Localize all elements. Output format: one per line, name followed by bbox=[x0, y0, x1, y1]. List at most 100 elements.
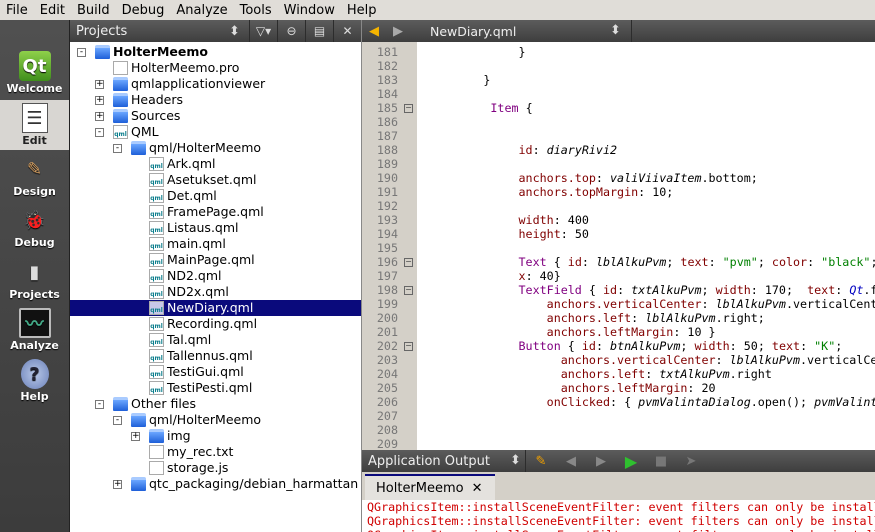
tree-item[interactable]: qml Asetukset.qml bbox=[70, 172, 361, 188]
menu-window[interactable]: Window bbox=[278, 3, 341, 18]
code-line[interactable]: anchors.verticalCenter: lblAlkuPvm.verti… bbox=[420, 297, 875, 311]
tree-item[interactable]: qml Recording.qml bbox=[70, 316, 361, 332]
tree-item[interactable]: + Sources bbox=[70, 108, 361, 124]
link-with-editor-icon[interactable]: ⊖ bbox=[277, 20, 305, 42]
updown-arrows-icon[interactable]: ⬍ bbox=[510, 450, 526, 472]
attach-debugger-icon[interactable]: ➤ bbox=[676, 454, 706, 469]
fold-marker-icon[interactable]: − bbox=[404, 258, 413, 267]
tree-item[interactable]: qml ND2x.qml bbox=[70, 284, 361, 300]
menu-file[interactable]: File bbox=[0, 3, 34, 18]
mode-analyze[interactable]: 〰 Analyze bbox=[0, 305, 69, 355]
collapse-icon[interactable]: - bbox=[77, 48, 86, 57]
run-icon[interactable]: ▶ bbox=[616, 452, 646, 471]
tree-item[interactable]: qml ND2.qml bbox=[70, 268, 361, 284]
close-icon[interactable]: ✕ bbox=[333, 20, 361, 42]
close-tab-icon[interactable]: ✕ bbox=[472, 481, 483, 496]
code-line[interactable] bbox=[420, 115, 875, 129]
code-line[interactable] bbox=[420, 423, 875, 437]
tree-item[interactable]: storage.js bbox=[70, 460, 361, 476]
fold-marker-icon[interactable]: − bbox=[404, 342, 413, 351]
code-line[interactable] bbox=[420, 241, 875, 255]
tree-item[interactable]: qml Tallennus.qml bbox=[70, 348, 361, 364]
tree-item[interactable]: + Headers bbox=[70, 92, 361, 108]
previous-item-icon[interactable]: ◀ bbox=[556, 454, 586, 469]
code-line[interactable] bbox=[420, 199, 875, 213]
tree-item[interactable]: + qtc_packaging/debian_harmattan bbox=[70, 476, 361, 492]
code-line[interactable]: } bbox=[420, 45, 875, 59]
expand-icon[interactable]: + bbox=[95, 80, 104, 89]
code-line[interactable]: anchors.topMargin: 10; bbox=[420, 185, 875, 199]
clear-output-icon[interactable]: ✎ bbox=[526, 454, 556, 469]
expand-icon[interactable]: + bbox=[95, 112, 104, 121]
tree-item[interactable]: - qml/HolterMeemo bbox=[70, 140, 361, 156]
menu-help[interactable]: Help bbox=[341, 3, 383, 18]
updown-arrows-icon[interactable]: ⬍ bbox=[229, 24, 249, 39]
code-line[interactable] bbox=[420, 129, 875, 143]
tree-item[interactable]: my_rec.txt bbox=[70, 444, 361, 460]
tree-item[interactable]: qml FramePage.qml bbox=[70, 204, 361, 220]
next-item-icon[interactable]: ▶ bbox=[586, 454, 616, 469]
code-editor[interactable]: ◀ ▶ NewDiary.qml ⬍ 181 182 183 184 185−186 18… bbox=[362, 20, 875, 451]
expand-icon[interactable]: + bbox=[131, 432, 140, 441]
fold-marker-icon[interactable]: − bbox=[404, 104, 413, 113]
code-line[interactable]: } bbox=[420, 73, 875, 87]
collapse-icon[interactable]: - bbox=[95, 400, 104, 409]
code-line[interactable]: id: diaryRivi2 bbox=[420, 143, 875, 157]
code-line[interactable]: anchors.leftMargin: 10 } bbox=[420, 325, 875, 339]
code-line[interactable]: Button { id: btnAlkuPvm; width: 50; text… bbox=[420, 339, 875, 353]
mode-help[interactable]: ? Help bbox=[0, 356, 69, 406]
tree-item[interactable]: qml TestiGui.qml bbox=[70, 364, 361, 380]
mode-edit[interactable]: ☰ Edit bbox=[0, 100, 69, 150]
tree-item[interactable]: qml NewDiary.qml bbox=[70, 300, 361, 316]
mode-debug[interactable]: 🐞 Debug bbox=[0, 202, 69, 252]
mode-projects[interactable]: ▮ Projects bbox=[0, 254, 69, 304]
code-line[interactable]: width: 400 bbox=[420, 213, 875, 227]
tree-item[interactable]: HolterMeemo.pro bbox=[70, 60, 361, 76]
updown-arrows-icon[interactable]: ⬍ bbox=[610, 20, 632, 42]
code-line[interactable] bbox=[420, 437, 875, 451]
code-line[interactable]: Text { id: lblAlkuPvm; text: "pvm"; colo… bbox=[420, 255, 875, 269]
output-pane-selector[interactable]: Application Output bbox=[362, 454, 510, 469]
code-line[interactable]: onClicked: { pvmValintaDialog.open(); pv… bbox=[420, 395, 875, 409]
collapse-icon[interactable]: - bbox=[113, 144, 122, 153]
code-line[interactable]: Item { bbox=[420, 101, 875, 115]
code-line[interactable] bbox=[420, 59, 875, 73]
code-line[interactable]: anchors.leftMargin: 20 bbox=[420, 381, 875, 395]
menu-build[interactable]: Build bbox=[71, 3, 116, 18]
collapse-icon[interactable]: - bbox=[113, 416, 122, 425]
projects-view-selector[interactable]: Projects bbox=[70, 24, 229, 39]
fold-marker-icon[interactable]: − bbox=[404, 286, 413, 295]
mode-design[interactable]: ✎ Design bbox=[0, 151, 69, 201]
collapse-icon[interactable]: - bbox=[95, 128, 104, 137]
tree-item[interactable]: qml MainPage.qml bbox=[70, 252, 361, 268]
tree-item[interactable]: qml Det.qml bbox=[70, 188, 361, 204]
code-line[interactable] bbox=[420, 87, 875, 101]
expand-icon[interactable]: + bbox=[95, 96, 104, 105]
code-line[interactable] bbox=[420, 157, 875, 171]
back-arrow-icon[interactable]: ◀ bbox=[362, 24, 386, 39]
tree-item[interactable]: qml main.qml bbox=[70, 236, 361, 252]
tree-item[interactable]: - HolterMeemo bbox=[70, 44, 361, 60]
expand-icon[interactable]: + bbox=[113, 480, 122, 489]
split-icon[interactable]: ▤ bbox=[305, 20, 333, 42]
menu-edit[interactable]: Edit bbox=[34, 3, 71, 18]
tree-item[interactable]: - Other files bbox=[70, 396, 361, 412]
code-line[interactable]: anchors.verticalCenter: lblAlkuPvm.verti… bbox=[420, 353, 875, 367]
tree-item[interactable]: qml Ark.qml bbox=[70, 156, 361, 172]
tree-item[interactable]: qml Tal.qml bbox=[70, 332, 361, 348]
menu-debug[interactable]: Debug bbox=[116, 3, 171, 18]
code-line[interactable]: height: 50 bbox=[420, 227, 875, 241]
mode-welcome[interactable]: Qt Welcome bbox=[0, 48, 69, 98]
tree-item[interactable]: - qml QML bbox=[70, 124, 361, 140]
tree-item[interactable]: - qml/HolterMeemo bbox=[70, 412, 361, 428]
code-line[interactable]: anchors.left: lblAlkuPvm.right; bbox=[420, 311, 875, 325]
forward-arrow-icon[interactable]: ▶ bbox=[386, 24, 410, 39]
filter-icon[interactable]: ▽▾ bbox=[249, 20, 277, 42]
code-line[interactable]: TextField { id: txtAlkuPvm; width: 170; … bbox=[420, 283, 875, 297]
tree-item[interactable]: qml TestiPesti.qml bbox=[70, 380, 361, 396]
tree-item[interactable]: + qmlapplicationviewer bbox=[70, 76, 361, 92]
menu-analyze[interactable]: Analyze bbox=[170, 3, 233, 18]
menu-tools[interactable]: Tools bbox=[234, 3, 278, 18]
tree-item[interactable]: qml Listaus.qml bbox=[70, 220, 361, 236]
stop-icon[interactable]: ■ bbox=[646, 454, 676, 469]
